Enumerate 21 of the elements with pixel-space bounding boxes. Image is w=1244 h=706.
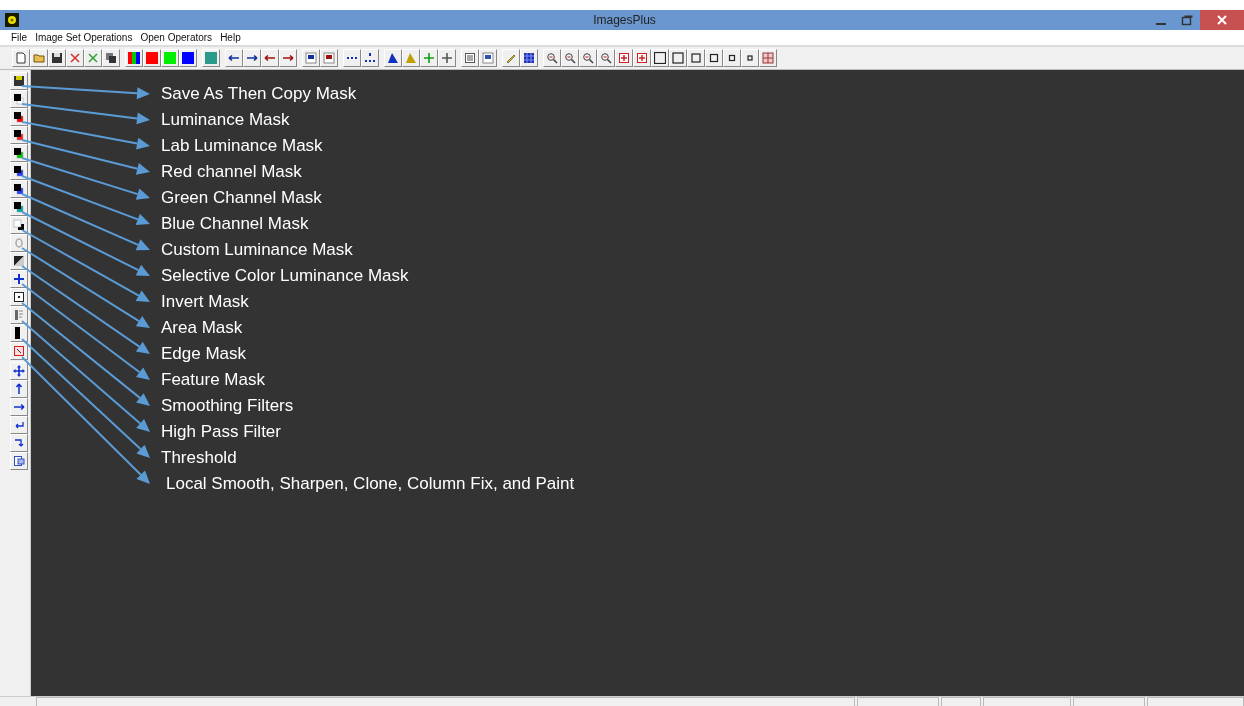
annotation-label: Save As Then Copy Mask: [161, 83, 357, 105]
annotation-label: Blue Channel Mask: [161, 213, 309, 235]
annotation-label: Edge Mask: [161, 343, 247, 365]
annotation-label: Feature Mask: [161, 369, 265, 391]
window-title: ImagesPlus: [592, 13, 657, 27]
annotation-label: Selective Color Luminance Mask: [161, 265, 409, 287]
menu-item[interactable]: Open Operators: [140, 32, 213, 43]
menu-item[interactable]: File: [11, 32, 28, 43]
annotation-label: Area Mask: [161, 317, 243, 339]
annotation-label: Lab Luminance Mask: [161, 135, 323, 157]
annotation-label: Green Channel Mask: [161, 187, 322, 209]
annotation-label: Red channel Mask: [161, 161, 302, 183]
annotation-label: Custom Luminance Mask: [161, 239, 353, 261]
annotation-label: Invert Mask: [161, 291, 249, 313]
annotation-label: Smoothing Filters: [161, 395, 294, 417]
menu-item[interactable]: Help: [220, 32, 241, 43]
annotation-label: Threshold: [161, 447, 237, 469]
annotation-label: High Pass Filter: [161, 421, 281, 443]
annotation-label: Luminance Mask: [161, 109, 290, 131]
annotation-label: Local Smooth, Sharpen, Clone, Column Fix, and Paint: [166, 473, 575, 495]
menu-item[interactable]: Image Set Operations: [35, 32, 133, 43]
